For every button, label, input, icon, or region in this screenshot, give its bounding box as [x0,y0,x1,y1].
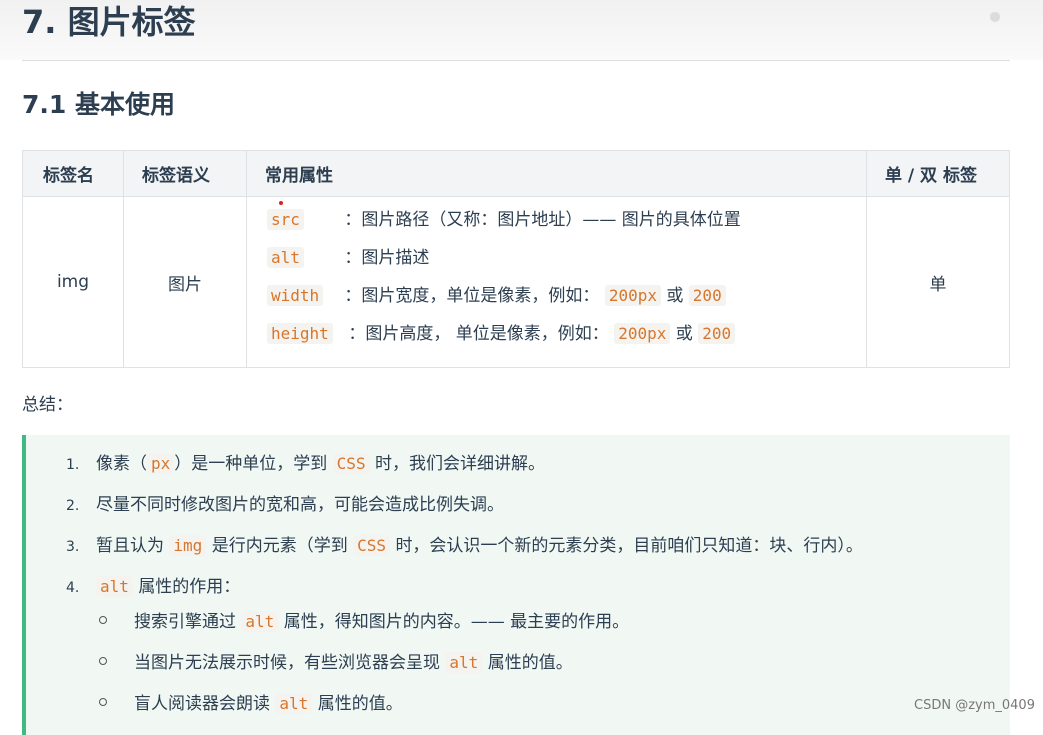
list-number: 2. [66,498,80,514]
attr-code-height: height [267,323,333,344]
circle-bullet-icon [96,653,112,669]
attr-value-width-num: 200 [688,285,726,306]
watermark: CSDN @zym_0409 [914,698,1035,713]
attr-line-alt: alt ：图片描述 [267,239,866,277]
cell-type: 单 [866,196,1010,368]
cell-meaning: 图片 [123,196,247,368]
summary-label: 总结： [22,395,73,415]
title-divider [22,60,1010,61]
attr-code-src: src [267,209,304,230]
item-text: 暂且认为 [96,536,164,556]
item-text: 属性的值。 [487,653,573,673]
attribute-table: 标签名 标签语义 常用属性 单 / 双 标签 img 图片 src ：图片路径（… [22,150,1010,368]
attr-value-height-px: 200px [614,323,671,344]
header-semantic: 标签语义 [123,150,247,197]
list-number: 4. [66,580,80,596]
attr-or-width: 或 [666,286,684,306]
list-number: 3. [66,539,80,555]
attr-value-height-num: 200 [698,323,736,344]
attr-code-alt: alt [267,247,304,268]
item-code: alt [96,576,133,597]
sub-list-item: 当图片无法展示时候，有些浏览器会呈现 alt 属性的值。 [96,646,863,687]
list-number: 1. [66,457,80,473]
item-text: ）是一种单位，学到 [174,454,328,474]
item-text: 尽量不同时修改图片的宽和高，可能会造成比例失调。 [96,495,504,515]
cell-attributes: src ：图片路径（又称：图片地址）—— 图片的具体位置 alt ：图片描述 w… [246,196,867,368]
header-single-double: 单 / 双 标签 [866,150,1010,197]
item-code: px [147,453,175,474]
list-item: 1. 像素（ px ）是一种单位，学到 CSS 时，我们会详细讲解。 [66,447,863,488]
settings-icon[interactable] [988,11,1002,23]
list-item: 4. alt 属性的作用： 搜索引擎通过 alt 属性，得知图片的内容。—— 最主… [66,570,863,714]
list-item: 3. 暂且认为 img 是行内元素（学到 CSS 时，会认识一个新的元素分类，目前… [66,529,863,570]
cursor-dot [279,201,283,205]
alt-purpose-sublist: 搜索引擎通过 alt 属性，得知图片的内容。—— 最主要的作用。 当图片无法展示… [66,605,863,728]
item-code: alt [241,611,279,632]
attr-or-height: 或 [675,324,693,344]
attr-line-width: width ：图片宽度，单位是像素，例如： 200px 或 200 [267,277,866,315]
item-text: 是行内元素（学到 [211,536,348,556]
item-text: 像素（ [96,454,147,474]
attr-desc-alt: ：图片描述 [344,248,430,268]
page-title: 7. 图片标签 [22,3,196,41]
summary-tip-block: 1. 像素（ px ）是一种单位，学到 CSS 时，我们会详细讲解。 2. 尽量不同时修… [22,435,1010,735]
item-code: alt [275,693,313,714]
attr-value-width-px: 200px [604,285,661,306]
attr-desc-width: ：图片宽度，单位是像素，例如： [344,286,600,306]
table-row: img 图片 src ：图片路径（又称：图片地址）—— 图片的具体位置 alt … [22,196,1010,368]
item-text: 搜索引擎通过 [134,612,236,632]
attr-desc-height: ：图片高度， 单位是像素，例如： [348,324,609,344]
item-code: CSS [353,535,391,556]
item-text: 属性，得知图片的内容。—— 最主要的作用。 [283,612,630,632]
item-text: 当图片无法展示时候，有些浏览器会呈现 [134,653,440,673]
section-title: 7.1 基本使用 [22,90,175,119]
sub-list-item: 搜索引擎通过 alt 属性，得知图片的内容。—— 最主要的作用。 [96,605,863,646]
sub-list-item: 盲人阅读器会朗读 alt 属性的值。 [96,687,863,728]
cell-tag: img [22,196,124,368]
item-text: 时，我们会详细讲解。 [374,454,545,474]
attr-desc-src: ：图片路径（又称：图片地址）—— 图片的具体位置 [344,210,741,230]
item-text: 属性的值。 [317,694,403,714]
item-code: alt [445,652,483,673]
item-code: CSS [332,453,370,474]
attr-line-src: src ：图片路径（又称：图片地址）—— 图片的具体位置 [267,201,866,239]
table-header-row: 标签名 标签语义 常用属性 单 / 双 标签 [22,150,1010,197]
item-text: 属性的作用： [138,577,241,597]
summary-list: 1. 像素（ px ）是一种单位，学到 CSS 时，我们会详细讲解。 2. 尽量不同时修… [66,447,863,714]
header-attributes: 常用属性 [246,150,867,197]
attr-code-width: width [267,285,324,306]
circle-bullet-icon [96,612,112,628]
item-code: img [169,535,207,556]
header-tag-name: 标签名 [22,150,124,197]
item-text: 盲人阅读器会朗读 [134,694,270,714]
attr-line-height: height ：图片高度， 单位是像素，例如： 200px 或 200 [267,315,866,353]
list-item: 2. 尽量不同时修改图片的宽和高，可能会造成比例失调。 [66,488,863,529]
item-text: 时，会认识一个新的元素分类，目前咱们只知道：块、行内）。 [395,536,863,556]
circle-bullet-icon [96,694,112,710]
